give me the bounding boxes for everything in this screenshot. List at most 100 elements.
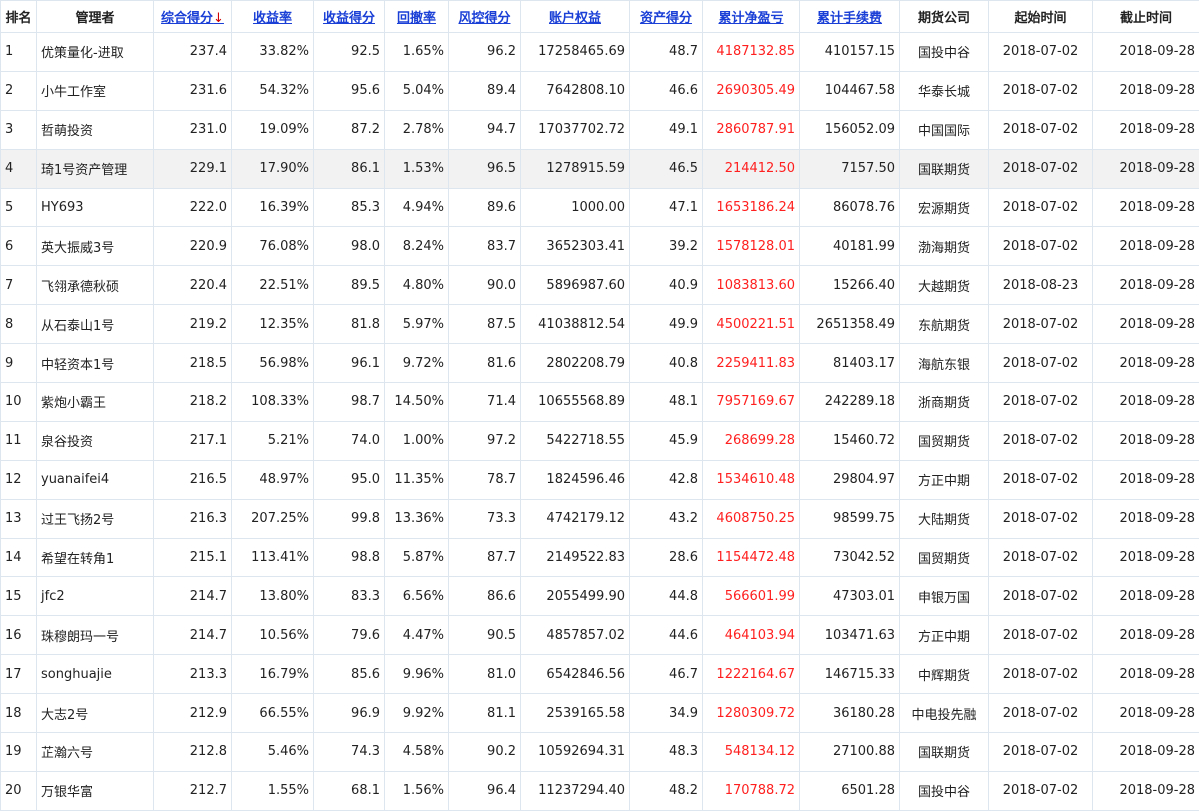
- cell-manager: 芷瀚六号: [37, 733, 154, 772]
- cell-manager: 琦1号资产管理: [37, 149, 154, 188]
- cell-rank: 10: [1, 383, 37, 422]
- table-row[interactable]: 14希望在转角1215.1113.41%98.85.87%87.72149522…: [1, 538, 1199, 577]
- cell-net-pnl: 4608750.25: [703, 499, 800, 538]
- column-header-label: 回撤率: [397, 11, 436, 26]
- table-row[interactable]: 18大志2号212.966.55%96.99.92%81.12539165.58…: [1, 694, 1199, 733]
- cell-manager: songhuajie: [37, 655, 154, 694]
- cell-drawdown: 4.80%: [385, 266, 449, 305]
- cell-account-equity: 1000.00: [521, 188, 630, 227]
- cell-asset-score: 45.9: [630, 421, 703, 460]
- cell-fees: 15266.40: [800, 266, 900, 305]
- column-header-fees[interactable]: 累计手续费: [800, 1, 900, 33]
- table-row[interactable]: 16珠穆朗玛一号214.710.56%79.64.47%90.54857857.…: [1, 616, 1199, 655]
- cell-return-score: 92.5: [314, 33, 385, 72]
- table-row[interactable]: 19芷瀚六号212.85.46%74.34.58%90.210592694.31…: [1, 733, 1199, 772]
- cell-futures-company: 国贸期货: [900, 421, 989, 460]
- cell-futures-company: 中国国际: [900, 110, 989, 149]
- table-row[interactable]: 11泉谷投资217.15.21%74.01.00%97.25422718.554…: [1, 421, 1199, 460]
- cell-rank: 9: [1, 344, 37, 383]
- cell-futures-company: 申银万国: [900, 577, 989, 616]
- cell-risk-score: 90.2: [449, 733, 521, 772]
- cell-account-equity: 11237294.40: [521, 771, 630, 810]
- table-row[interactable]: 9中轻资本1号218.556.98%96.19.72%81.62802208.7…: [1, 344, 1199, 383]
- cell-net-pnl: 1154472.48: [703, 538, 800, 577]
- cell-end-date: 2018-09-28: [1093, 499, 1199, 538]
- table-row[interactable]: 10紫炮小霸王218.2108.33%98.714.50%71.41065556…: [1, 383, 1199, 422]
- cell-asset-score: 34.9: [630, 694, 703, 733]
- column-header-return-score[interactable]: 收益得分: [314, 1, 385, 33]
- column-header-return-rate[interactable]: 收益率: [232, 1, 314, 33]
- table-row[interactable]: 5HY693222.016.39%85.34.94%89.61000.0047.…: [1, 188, 1199, 227]
- cell-fees: 29804.97: [800, 460, 900, 499]
- cell-total-score: 218.2: [154, 383, 232, 422]
- cell-drawdown: 4.94%: [385, 188, 449, 227]
- cell-manager: 哲萌投资: [37, 110, 154, 149]
- cell-drawdown: 5.04%: [385, 71, 449, 110]
- cell-futures-company: 国联期货: [900, 733, 989, 772]
- cell-end-date: 2018-09-28: [1093, 305, 1199, 344]
- cell-risk-score: 89.6: [449, 188, 521, 227]
- table-row[interactable]: 20万银华富212.71.55%68.11.56%96.411237294.40…: [1, 771, 1199, 810]
- column-header-drawdown[interactable]: 回撤率: [385, 1, 449, 33]
- cell-fees: 242289.18: [800, 383, 900, 422]
- column-header-risk-score[interactable]: 风控得分: [449, 1, 521, 33]
- cell-rank: 11: [1, 421, 37, 460]
- table-row[interactable]: 17songhuajie213.316.79%85.69.96%81.06542…: [1, 655, 1199, 694]
- column-header-label: 累计净盈亏: [718, 11, 783, 26]
- cell-return-rate: 76.08%: [232, 227, 314, 266]
- column-header-asset-score[interactable]: 资产得分: [630, 1, 703, 33]
- cell-fees: 15460.72: [800, 421, 900, 460]
- cell-asset-score: 28.6: [630, 538, 703, 577]
- cell-drawdown: 1.65%: [385, 33, 449, 72]
- cell-total-score: 212.8: [154, 733, 232, 772]
- cell-futures-company: 方正中期: [900, 460, 989, 499]
- table-row[interactable]: 12yuanaifei4216.548.97%95.011.35%78.7182…: [1, 460, 1199, 499]
- cell-fees: 6501.28: [800, 771, 900, 810]
- cell-rank: 5: [1, 188, 37, 227]
- cell-return-score: 68.1: [314, 771, 385, 810]
- cell-fees: 98599.75: [800, 499, 900, 538]
- cell-net-pnl: 1653186.24: [703, 188, 800, 227]
- cell-total-score: 237.4: [154, 33, 232, 72]
- cell-net-pnl: 1083813.60: [703, 266, 800, 305]
- cell-fees: 103471.63: [800, 616, 900, 655]
- cell-asset-score: 40.8: [630, 344, 703, 383]
- cell-manager: 小牛工作室: [37, 71, 154, 110]
- table-row[interactable]: 4琦1号资产管理229.117.90%86.11.53%96.51278915.…: [1, 149, 1199, 188]
- cell-fees: 156052.09: [800, 110, 900, 149]
- column-header-label: 账户权益: [549, 11, 601, 26]
- column-header-total-score[interactable]: 综合得分↓: [154, 1, 232, 33]
- cell-manager: yuanaifei4: [37, 460, 154, 499]
- table-row[interactable]: 7飞翎承德秋硕220.422.51%89.54.80%90.05896987.6…: [1, 266, 1199, 305]
- column-header-net-pnl[interactable]: 累计净盈亏: [703, 1, 800, 33]
- table-row[interactable]: 6英大振威3号220.976.08%98.08.24%83.73652303.4…: [1, 227, 1199, 266]
- table-row[interactable]: 13过王飞扬2号216.3207.25%99.813.36%73.3474217…: [1, 499, 1199, 538]
- cell-end-date: 2018-09-28: [1093, 71, 1199, 110]
- table-row[interactable]: 8从石泰山1号219.212.35%81.85.97%87.541038812.…: [1, 305, 1199, 344]
- cell-manager: jfc2: [37, 577, 154, 616]
- cell-return-score: 96.9: [314, 694, 385, 733]
- cell-fees: 40181.99: [800, 227, 900, 266]
- column-header-label: 收益率: [253, 11, 292, 26]
- cell-risk-score: 90.5: [449, 616, 521, 655]
- table-row[interactable]: 15jfc2214.713.80%83.36.56%86.62055499.90…: [1, 577, 1199, 616]
- cell-manager: 泉谷投资: [37, 421, 154, 460]
- cell-net-pnl: 2860787.91: [703, 110, 800, 149]
- table-row[interactable]: 2小牛工作室231.654.32%95.65.04%89.47642808.10…: [1, 71, 1199, 110]
- table-row[interactable]: 1优策量化-进取237.433.82%92.51.65%96.217258465…: [1, 33, 1199, 72]
- cell-futures-company: 宏源期货: [900, 188, 989, 227]
- cell-return-rate: 56.98%: [232, 344, 314, 383]
- cell-return-score: 83.3: [314, 577, 385, 616]
- cell-net-pnl: 1534610.48: [703, 460, 800, 499]
- table-row[interactable]: 3哲萌投资231.019.09%87.22.78%94.717037702.72…: [1, 110, 1199, 149]
- cell-total-score: 216.5: [154, 460, 232, 499]
- cell-account-equity: 17258465.69: [521, 33, 630, 72]
- cell-net-pnl: 214412.50: [703, 149, 800, 188]
- cell-return-rate: 19.09%: [232, 110, 314, 149]
- cell-start-date: 2018-07-02: [989, 694, 1093, 733]
- column-header-account-equity[interactable]: 账户权益: [521, 1, 630, 33]
- cell-rank: 2: [1, 71, 37, 110]
- cell-manager: 英大振威3号: [37, 227, 154, 266]
- cell-total-score: 231.6: [154, 71, 232, 110]
- cell-start-date: 2018-08-23: [989, 266, 1093, 305]
